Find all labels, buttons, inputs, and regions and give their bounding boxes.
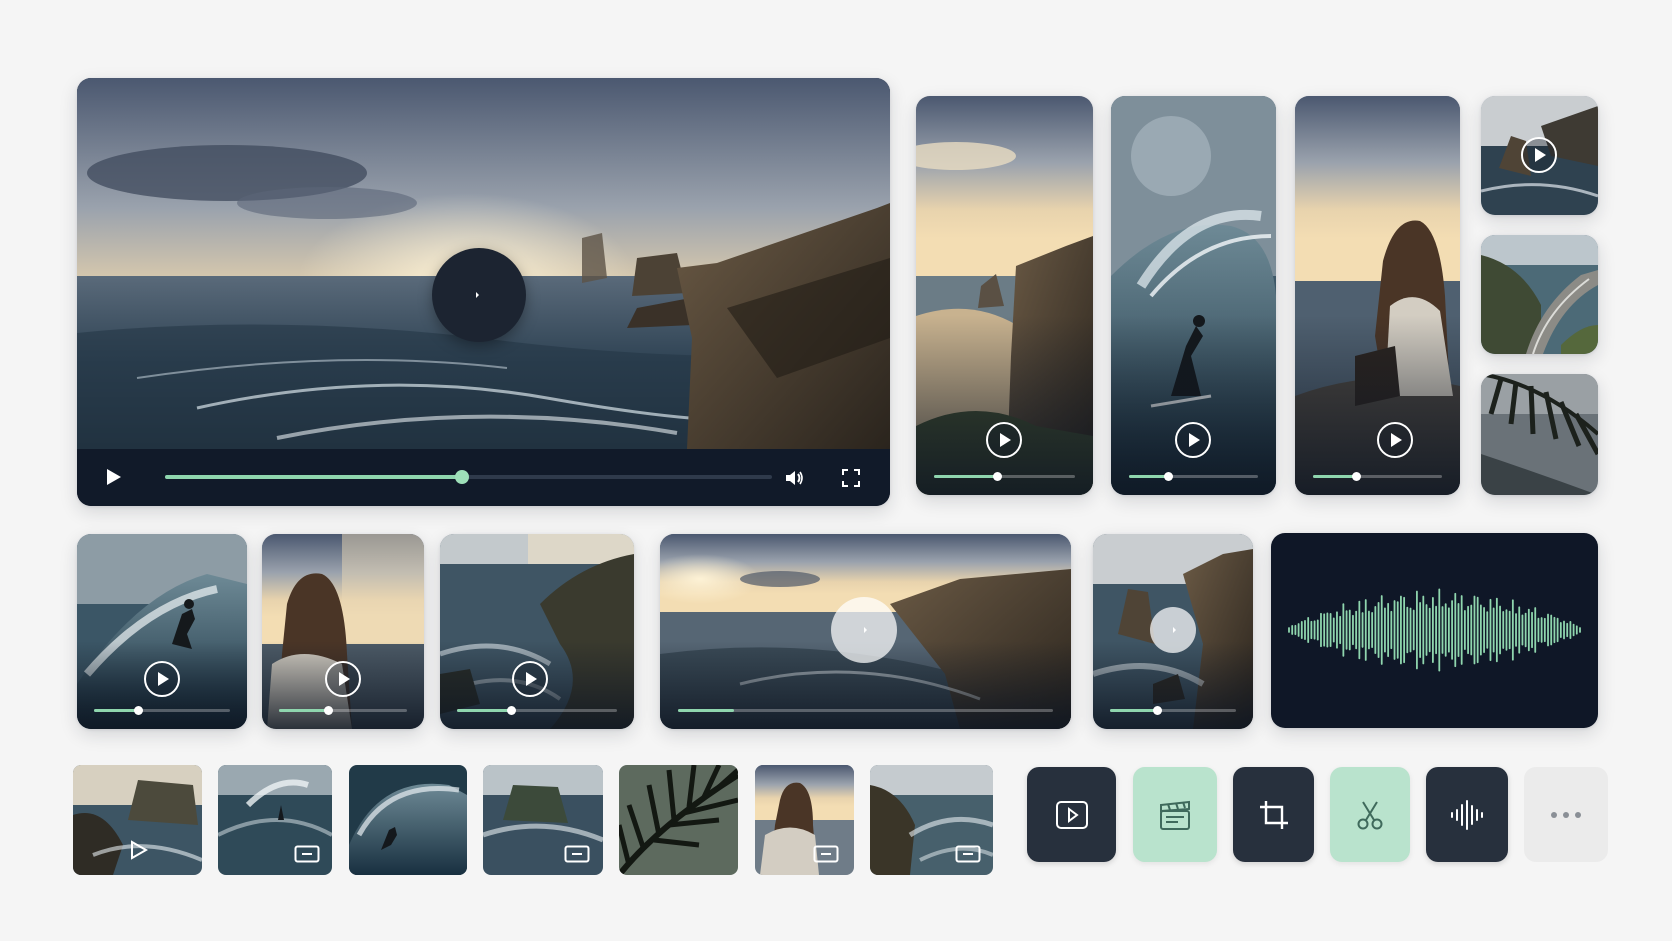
play-box-icon [1055,800,1088,829]
thumbnail[interactable] [218,765,332,875]
play-button[interactable] [1377,422,1413,458]
crop-icon [1259,800,1288,829]
audio-waveform-card[interactable] [1271,533,1598,728]
clip-progress[interactable] [94,706,230,715]
crop-button[interactable] [1233,767,1314,862]
play-icon[interactable] [107,469,121,485]
play-button[interactable] [1175,422,1211,458]
thumbnail[interactable] [619,765,738,875]
clip-thumbnail [440,534,634,729]
vertical-clip-card[interactable] [1295,96,1460,495]
thumbnail[interactable] [755,765,854,875]
play-button[interactable] [1150,607,1196,653]
play-button[interactable] [831,597,897,663]
clip-progress[interactable] [678,709,1053,712]
play-button[interactable] [144,661,180,697]
clip-thumbnail [1481,374,1598,495]
thumbnail-image [619,765,738,875]
play-button[interactable] [512,661,548,697]
clip-card[interactable] [1093,534,1253,729]
thumbnail[interactable] [483,765,603,875]
clip-card[interactable] [660,534,1071,729]
clapperboard-icon [1160,800,1190,830]
clip-card[interactable] [77,534,247,729]
play-icon [131,840,149,860]
audio-waveform [1288,588,1581,672]
clip-progress[interactable] [1313,472,1442,481]
clip-progress[interactable] [1110,706,1236,715]
clapperboard-button[interactable] [1133,767,1217,862]
scissors-icon [1357,800,1383,829]
screen-icon [294,845,320,863]
hero-progress-track[interactable] [165,470,772,484]
waveform-icon [1451,799,1483,830]
clip-progress[interactable] [279,706,407,715]
play-box-button[interactable] [1027,767,1116,862]
volume-icon[interactable] [783,467,805,489]
play-button[interactable] [986,422,1022,458]
clip-progress[interactable] [934,472,1075,481]
fullscreen-icon[interactable] [840,467,862,489]
thumbnail[interactable] [349,765,467,875]
hero-video-player[interactable] [77,78,890,506]
hero-play-button[interactable] [432,248,526,342]
clip-thumbnail [77,534,247,729]
more-button[interactable] [1524,767,1608,862]
thumbnail-image [349,765,467,875]
vertical-clip-card[interactable] [1111,96,1276,495]
screen-icon [564,845,590,863]
clip-progress[interactable] [457,706,617,715]
thumbnail[interactable] [870,765,993,875]
waveform-button[interactable] [1426,767,1508,862]
play-button[interactable] [325,661,361,697]
thumbnail-image [755,765,854,875]
clip-progress[interactable] [1129,472,1258,481]
clip-thumbnail [1481,235,1598,354]
clip-thumbnail [262,534,424,729]
hero-progress-knob[interactable] [455,470,470,484]
small-clip-card[interactable] [1481,235,1598,354]
player-controls [77,449,890,506]
small-clip-card[interactable] [1481,96,1598,215]
more-icon [1551,811,1581,818]
clip-card[interactable] [440,534,634,729]
thumbnail[interactable] [73,765,202,875]
scissors-button[interactable] [1330,767,1410,862]
vertical-clip-card[interactable] [916,96,1093,495]
screen-icon [955,845,981,863]
screen-icon [813,845,839,863]
small-clip-card[interactable] [1481,374,1598,495]
play-button[interactable] [1521,137,1557,173]
clip-card[interactable] [262,534,424,729]
